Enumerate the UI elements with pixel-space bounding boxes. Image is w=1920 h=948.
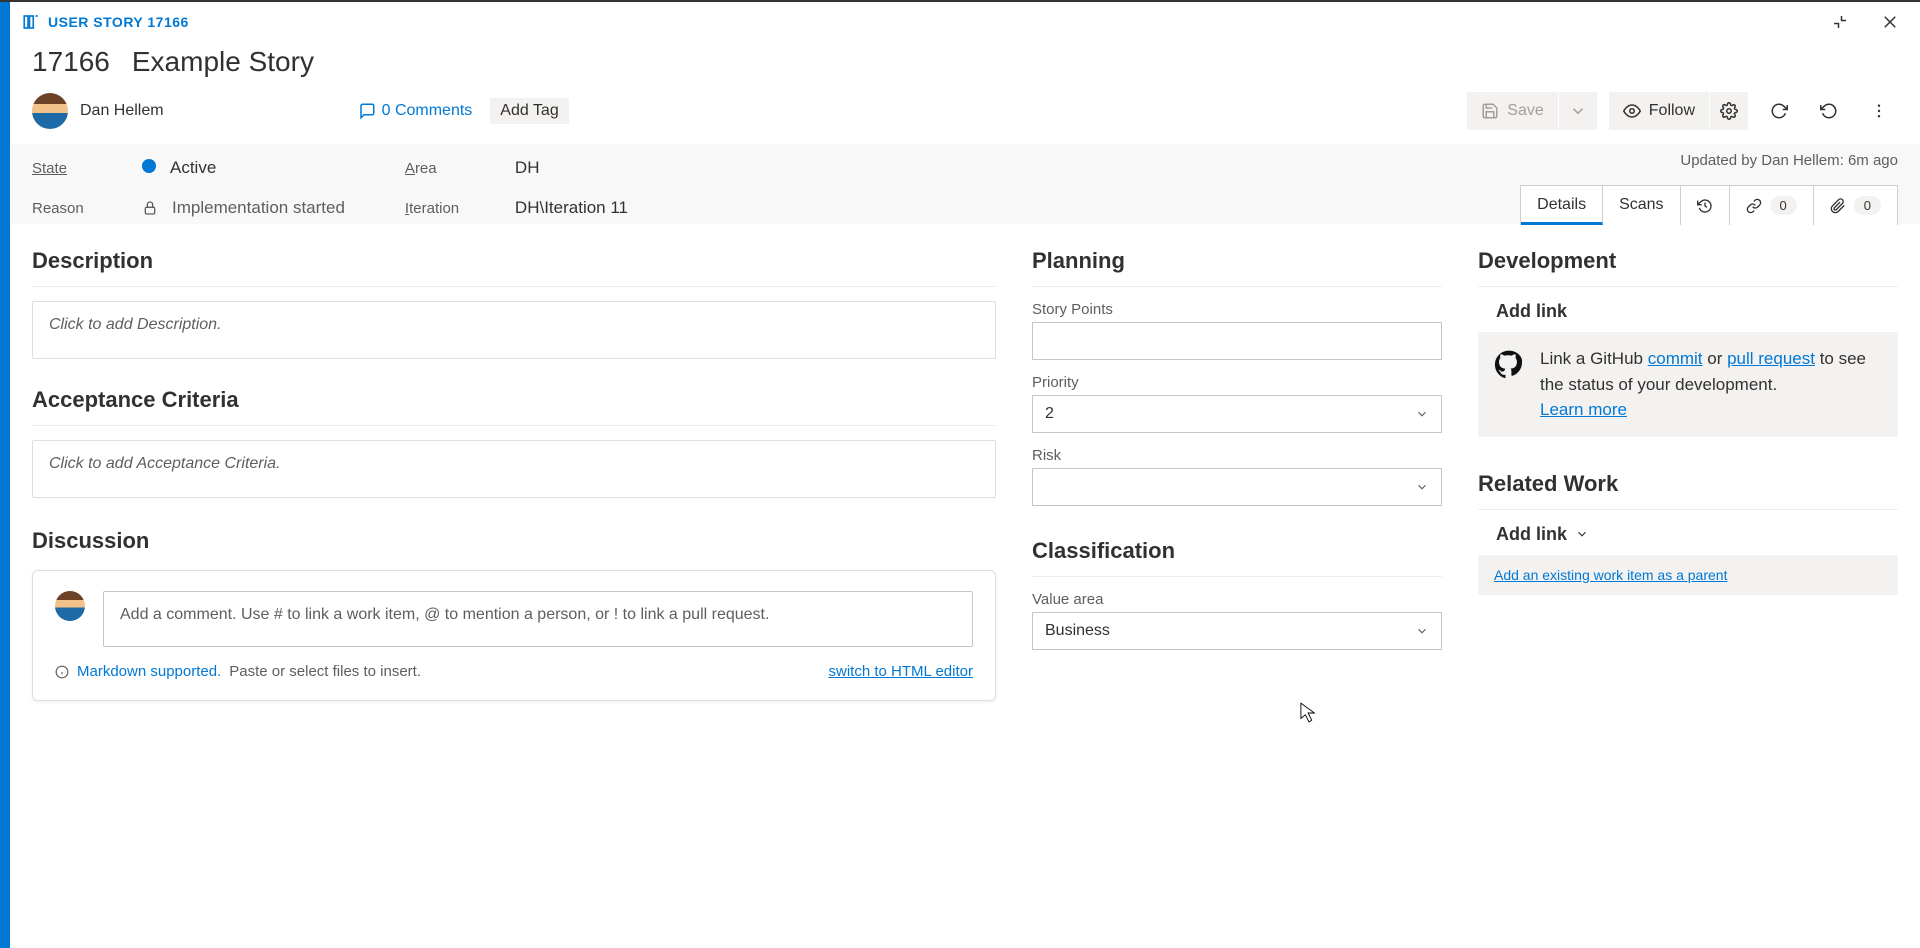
chevron-down-icon <box>1415 480 1429 494</box>
add-existing-work-item-parent-link[interactable]: Add an existing work item as a parent <box>1494 567 1727 583</box>
mouse-cursor <box>1300 702 1318 724</box>
value-area-dropdown[interactable]: Business <box>1032 612 1442 650</box>
chevron-down-icon <box>1415 407 1429 421</box>
state-color-dot <box>142 159 156 173</box>
save-split-button <box>1559 92 1597 130</box>
history-icon <box>1697 198 1713 214</box>
assignee-avatar[interactable] <box>32 93 68 129</box>
markdown-hint-text: Paste or select files to insert. <box>229 663 421 680</box>
refresh-icon <box>1770 102 1788 120</box>
dialog-title-bar: USER STORY 17166 <box>10 2 1920 42</box>
reason-field[interactable]: Reason Implementation started <box>32 198 345 218</box>
assignee-name[interactable]: Dan Hellem <box>80 102 164 120</box>
refresh-button[interactable] <box>1760 92 1798 130</box>
gear-icon <box>1720 102 1738 120</box>
priority-dropdown[interactable]: 2 <box>1032 395 1442 433</box>
attachments-count: 0 <box>1854 196 1881 215</box>
area-field[interactable]: Area DH <box>405 158 628 178</box>
planning-heading: Planning <box>1032 248 1442 274</box>
updated-by-text[interactable]: Updated by Dan Hellem: 6m ago <box>1680 152 1898 169</box>
work-item-type-color-bar <box>0 2 10 948</box>
comments-link[interactable]: 0 Comments <box>358 102 473 120</box>
area-label: Area <box>405 160 475 177</box>
state-field[interactable]: State Active <box>32 158 345 178</box>
related-work-heading: Related Work <box>1478 471 1898 497</box>
discussion-heading: Discussion <box>32 528 996 554</box>
more-actions-button[interactable] <box>1860 92 1898 130</box>
discussion-card: Add a comment. Use # to link a work item… <box>32 570 996 701</box>
undo-icon <box>1820 102 1838 120</box>
comment-input[interactable]: Add a comment. Use # to link a work item… <box>103 591 973 647</box>
development-heading: Development <box>1478 248 1898 274</box>
development-add-link-button[interactable]: Add link <box>1496 301 1898 322</box>
undo-button[interactable] <box>1810 92 1848 130</box>
breadcrumb[interactable]: USER STORY 17166 <box>48 14 189 30</box>
more-vertical-icon <box>1870 102 1888 120</box>
markdown-supported-link[interactable]: Markdown supported. <box>77 663 221 680</box>
github-learn-more-link[interactable]: Learn more <box>1540 400 1627 419</box>
tab-scans[interactable]: Scans <box>1603 186 1680 225</box>
tab-details[interactable]: Details <box>1521 186 1603 225</box>
follow-settings-button[interactable] <box>1710 92 1748 130</box>
details-right-column: Development Add link Link a GitHub commi… <box>1478 248 1898 924</box>
acceptance-criteria-input[interactable]: Click to add Acceptance Criteria. <box>32 440 996 498</box>
link-icon <box>1746 198 1762 214</box>
details-left-column: Description Click to add Description. Ac… <box>32 248 996 924</box>
chevron-down-icon <box>1575 527 1589 541</box>
close-button[interactable] <box>1868 6 1912 38</box>
reason-label: Reason <box>32 200 102 217</box>
lock-icon <box>142 200 158 216</box>
work-item-id: 17166 <box>32 46 110 78</box>
tab-attachments[interactable]: 0 <box>1814 186 1897 225</box>
tab-history[interactable] <box>1681 186 1730 225</box>
work-item-title[interactable]: Example Story <box>132 46 314 78</box>
risk-dropdown[interactable] <box>1032 468 1442 506</box>
iteration-field[interactable]: Iteration DH\Iteration 11 <box>405 198 628 218</box>
work-item-tabs: Details Scans 0 0 <box>1520 185 1898 225</box>
github-pr-link[interactable]: pull request <box>1727 349 1815 368</box>
details-middle-column: Planning Story Points Priority 2 Risk <box>1032 248 1442 924</box>
description-heading: Description <box>32 248 996 274</box>
story-points-input[interactable] <box>1032 322 1442 360</box>
chevron-down-icon <box>1569 102 1587 120</box>
iteration-label: Iteration <box>405 200 475 217</box>
value-area-label: Value area <box>1032 591 1442 608</box>
github-hint-card: Link a GitHub commit or pull request to … <box>1478 332 1898 437</box>
comment-icon <box>358 102 376 120</box>
state-label: State <box>32 160 102 177</box>
github-commit-link[interactable]: commit <box>1648 349 1703 368</box>
tab-links[interactable]: 0 <box>1730 186 1814 225</box>
story-points-label: Story Points <box>1032 301 1442 318</box>
info-icon <box>55 665 69 679</box>
current-user-avatar <box>55 591 85 621</box>
user-story-icon <box>22 13 40 31</box>
description-input[interactable]: Click to add Description. <box>32 301 996 359</box>
exit-fullscreen-button[interactable] <box>1818 6 1862 38</box>
acceptance-criteria-heading: Acceptance Criteria <box>32 387 996 413</box>
eye-icon <box>1623 102 1641 120</box>
add-tag-button[interactable]: Add Tag <box>490 98 568 124</box>
follow-button[interactable]: Follow <box>1609 92 1709 130</box>
github-icon <box>1494 350 1524 380</box>
classification-heading: Classification <box>1032 538 1442 564</box>
links-count: 0 <box>1770 196 1797 215</box>
related-work-add-link-button[interactable]: Add link <box>1496 524 1898 545</box>
save-button: Save <box>1467 92 1557 130</box>
work-item-heading: 17166 Example Story <box>10 42 1920 92</box>
priority-label: Priority <box>1032 374 1442 391</box>
risk-label: Risk <box>1032 447 1442 464</box>
chevron-down-icon <box>1415 624 1429 638</box>
switch-to-html-editor-link[interactable]: switch to HTML editor <box>829 663 974 680</box>
save-icon <box>1481 102 1499 120</box>
attachment-icon <box>1830 198 1846 214</box>
